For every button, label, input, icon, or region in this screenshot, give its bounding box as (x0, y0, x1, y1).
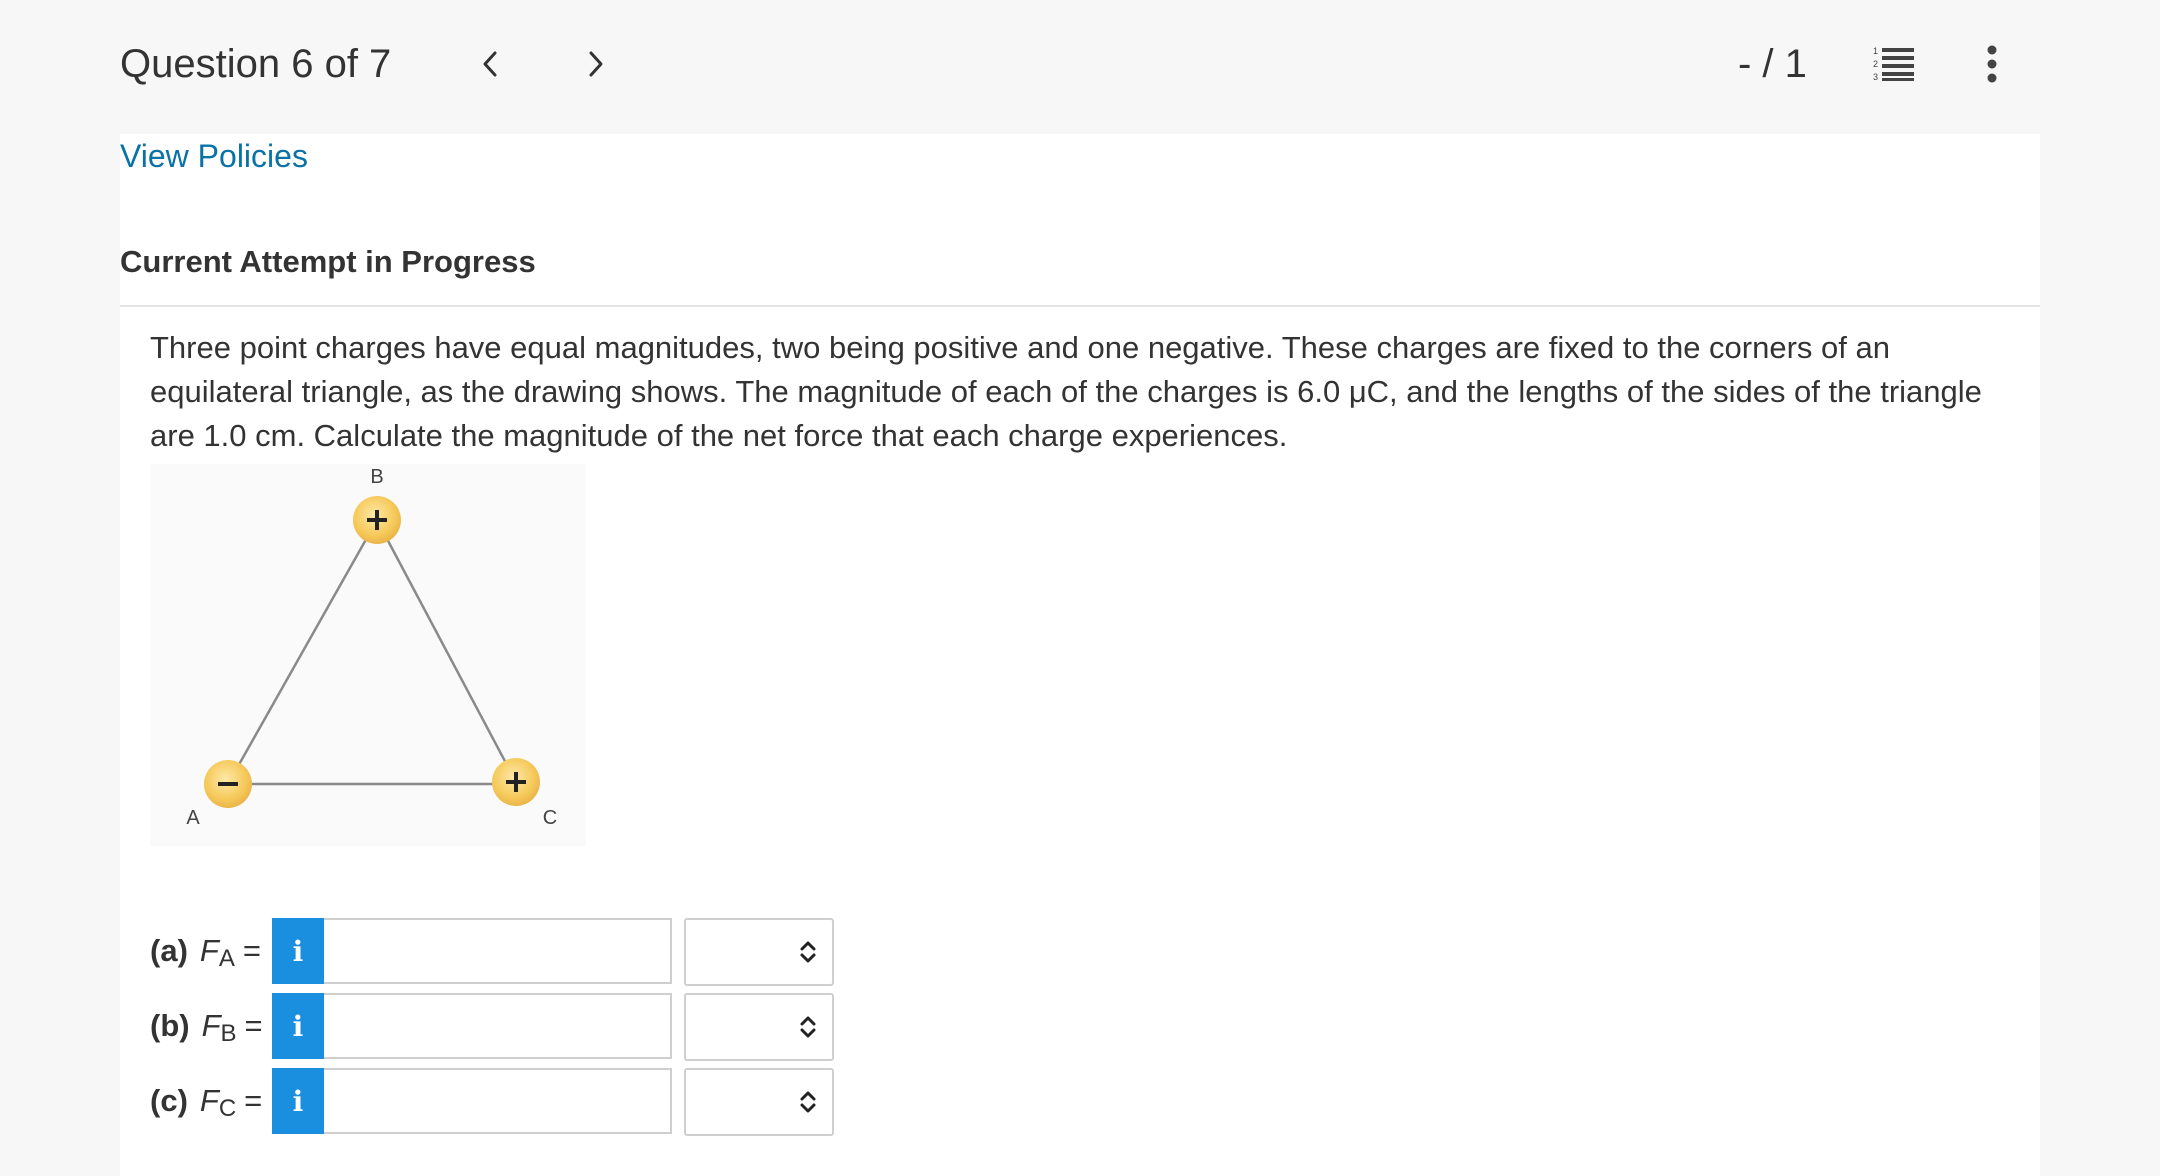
svg-text:1: 1 (1873, 46, 1878, 56)
variable: F (199, 933, 219, 968)
attempt-heading: Current Attempt in Progress (120, 244, 536, 279)
next-question-button[interactable] (572, 40, 620, 88)
view-policies-link[interactable]: View Policies (120, 134, 308, 178)
top-bar: Question 6 of 7 - / 1 1 2 3 (0, 0, 2160, 134)
unit-select-c[interactable] (684, 1068, 834, 1136)
svg-text:3: 3 (1873, 72, 1878, 82)
answer-input-c[interactable] (324, 1068, 672, 1134)
label-a: A (186, 807, 200, 829)
equals-sign: = (244, 1008, 263, 1043)
triangle-side-bc (375, 519, 518, 783)
triangle-side-ab (226, 519, 379, 785)
charge-a (204, 760, 252, 808)
problem-text: Three point charges have equal magnitude… (150, 330, 1982, 453)
label-b: B (370, 466, 383, 488)
label-c: C (543, 807, 557, 829)
part-label: (c) (150, 1083, 188, 1118)
select-chevron-icon (800, 1016, 816, 1038)
equals-sign: = (242, 933, 261, 968)
question-title: Question 6 of 7 (120, 42, 392, 86)
equals-sign: = (244, 1083, 263, 1118)
answer-input-a[interactable] (324, 918, 672, 984)
part-label: (a) (150, 933, 188, 968)
chevron-left-icon (483, 51, 497, 77)
select-chevron-icon (800, 1091, 816, 1113)
answer-row-c: (c) F C = i (150, 1068, 1150, 1136)
variable: F (199, 1083, 219, 1118)
variable-subscript: C (218, 1095, 237, 1122)
variable: F (201, 1008, 221, 1043)
divider (120, 305, 2040, 307)
info-button[interactable]: i (272, 993, 324, 1059)
numbered-list-icon[interactable]: 1 2 3 (1872, 44, 1916, 84)
question-panel: View Policies Current Attempt in Progres… (120, 134, 2040, 1176)
svg-text:2: 2 (1873, 59, 1878, 69)
answer-label-b: (b) F B = (150, 993, 263, 1059)
part-label: (b) (150, 1008, 190, 1043)
unit-select-a[interactable] (684, 918, 834, 986)
score-display: - / 1 (1738, 42, 1807, 86)
variable-subscript: A (218, 945, 235, 972)
unit-select-b[interactable] (684, 993, 834, 1061)
select-chevron-icon (800, 941, 816, 963)
charge-c (492, 758, 540, 806)
charge-triangle-figure: B A C (150, 464, 586, 846)
answer-row-b: (b) F B = i (150, 993, 1150, 1061)
charge-b (353, 496, 401, 544)
more-vertical-icon[interactable] (1972, 44, 2012, 84)
chevron-right-icon (589, 51, 603, 77)
answer-label-c: (c) F C = (150, 1068, 262, 1134)
variable-subscript: B (220, 1020, 237, 1047)
answer-label-a: (a) F A = (150, 918, 261, 984)
previous-question-button[interactable] (466, 40, 514, 88)
info-button[interactable]: i (272, 918, 324, 984)
answer-row-a: (a) F A = i (150, 918, 1150, 986)
info-button[interactable]: i (272, 1068, 324, 1134)
answer-input-b[interactable] (324, 993, 672, 1059)
